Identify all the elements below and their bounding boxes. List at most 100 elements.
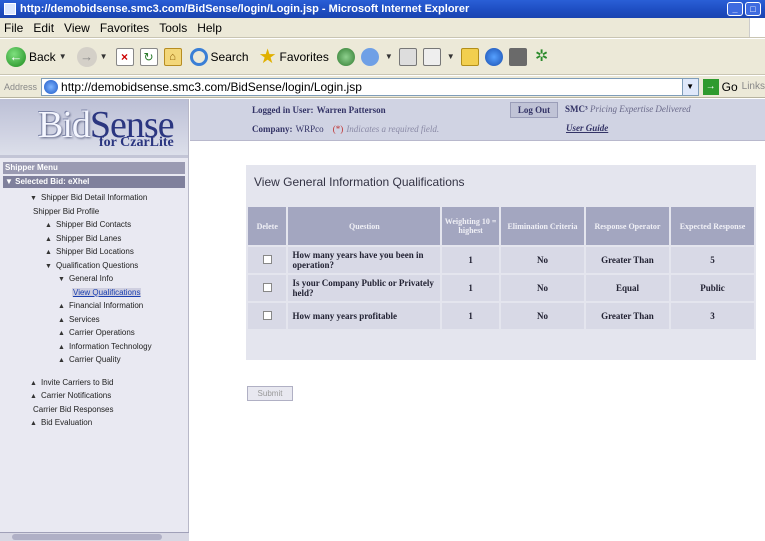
sidebar-item-invite-carriers[interactable]: ▲ Invite Carriers to Bid	[0, 376, 188, 390]
sidebar-item-label: Carrier Quality	[69, 355, 121, 364]
weighting-cell: 1	[442, 303, 499, 329]
menu-help[interactable]: Help	[197, 21, 222, 35]
chevron-down-icon[interactable]: ▼	[385, 52, 393, 61]
sidebar-item-shipper-bid-detail[interactable]: ▼ Shipper Bid Detail Information	[0, 191, 188, 205]
menu-file[interactable]: File	[4, 21, 23, 35]
go-arrow-icon: →	[702, 78, 719, 95]
delete-checkbox[interactable]	[262, 310, 272, 320]
stop-icon[interactable]: ×	[115, 47, 134, 66]
sidebar-item-shipper-bid-locations[interactable]: ▲ Shipper Bid Locations	[0, 245, 188, 259]
media-icon[interactable]	[336, 47, 355, 66]
operator-cell: Greater Than	[585, 247, 669, 273]
sidebar-item-general-info[interactable]: ▼ General Info	[0, 272, 188, 286]
sidebar-item-shipper-bid-profile[interactable]: Shipper Bid Profile	[0, 205, 188, 219]
logo-word-bid: Bid	[38, 104, 91, 146]
sidebar-item-label: Services	[69, 314, 100, 324]
column-header-elimination: Elimination Criteria	[500, 207, 584, 245]
chevron-up-icon: ▲	[58, 330, 65, 337]
sidebar-item-label: Information Technology	[69, 341, 152, 351]
sidebar-scrollbar[interactable]	[0, 532, 189, 541]
column-header-operator: Response Operator	[585, 207, 669, 245]
main-area: View General Information Qualifications …	[190, 142, 765, 541]
sidebar-item-services[interactable]: ▲ Services	[0, 313, 188, 327]
msn-icon[interactable]	[484, 47, 503, 66]
menu-view[interactable]: View	[64, 21, 90, 35]
windows-logo-icon	[749, 18, 765, 37]
minimize-icon[interactable]: _	[727, 2, 743, 16]
delete-checkbox[interactable]	[262, 282, 272, 292]
sidebar-item-financial-information[interactable]: ▲ Financial Information	[0, 299, 188, 313]
research-icon[interactable]	[508, 47, 527, 66]
favorites-button[interactable]: ★ Favorites	[257, 43, 331, 71]
user-guide-link[interactable]: User Guide	[566, 123, 608, 133]
folder-icon[interactable]	[460, 47, 479, 66]
delete-cell	[248, 275, 287, 301]
back-button[interactable]: ← Back ▼	[4, 43, 69, 71]
sidebar-item-label: View Qualifications	[72, 287, 142, 297]
submit-button[interactable]: Submit	[247, 386, 293, 401]
table-row: How many years have you been in operatio…	[248, 247, 754, 273]
elimination-cell: No	[500, 303, 584, 329]
sidebar-item-shipper-bid-contacts[interactable]: ▲ Shipper Bid Contacts	[0, 218, 188, 232]
sidebar-item-qualification-questions[interactable]: ▼ Qualification Questions	[0, 259, 188, 273]
sidebar-item-view-qualifications[interactable]: View Qualifications	[0, 286, 188, 300]
search-icon	[189, 47, 208, 66]
go-button[interactable]: → Go	[702, 78, 738, 95]
delete-checkbox[interactable]	[262, 254, 272, 264]
chevron-up-icon: ▲	[30, 379, 37, 387]
address-input[interactable]: http://demobidsense.smc3.com/BidSense/lo…	[41, 77, 699, 96]
sidebar-item-carrier-notifications[interactable]: ▲ Carrier Notifications	[0, 389, 188, 403]
refresh-icon[interactable]: ↻	[139, 47, 158, 66]
search-button[interactable]: Search	[188, 43, 251, 71]
messenger-icon[interactable]: ✲	[533, 48, 551, 66]
sidebar-item-shipper-bid-lanes[interactable]: ▲ Shipper Bid Lanes	[0, 232, 188, 246]
history-icon[interactable]	[360, 47, 379, 66]
chevron-up-icon: ▲	[30, 393, 37, 400]
expected-cell: Public	[670, 275, 754, 301]
sidebar: BidSense for CzarLite Shipper Menu ▼ Sel…	[0, 99, 189, 541]
back-label: Back	[29, 49, 56, 64]
sidebar-item-label: Carrier Operations	[69, 328, 135, 337]
links-label[interactable]: Links	[742, 81, 765, 92]
address-label: Address	[4, 81, 38, 92]
table-row: How many years profitable 1 No Greater T…	[248, 303, 754, 329]
maximize-icon[interactable]: □	[745, 2, 761, 16]
sidebar-item-carrier-operations[interactable]: ▲ Carrier Operations	[0, 326, 188, 340]
chevron-down-icon: ▼	[45, 262, 52, 270]
chevron-down-icon[interactable]: ▼	[447, 52, 455, 61]
chevron-up-icon: ▲	[45, 249, 52, 256]
sidebar-item-bid-evaluation[interactable]: ▲ Bid Evaluation	[0, 416, 188, 430]
logout-button[interactable]: Log Out	[510, 102, 558, 118]
menu-tools[interactable]: Tools	[159, 21, 187, 35]
sidebar-item-label: General Info	[69, 274, 114, 283]
sidebar-item-label: Carrier Notifications	[41, 391, 112, 400]
chevron-down-icon[interactable]: ▼	[59, 52, 67, 61]
scrollbar-thumb[interactable]	[12, 534, 162, 540]
chevron-up-icon: ▲	[58, 357, 65, 364]
selected-bid[interactable]: ▼ Selected Bid: eXhel	[3, 176, 185, 188]
chevron-down-icon[interactable]: ▼	[681, 78, 698, 95]
window-controls: _ □	[727, 2, 761, 16]
logged-in-label: Logged in User:	[252, 105, 314, 115]
search-label: Search	[210, 49, 249, 64]
smc-tagline: Pricing Expertise Delivered	[589, 104, 691, 114]
chevron-down-icon[interactable]: ▼	[100, 52, 108, 61]
sidebar-item-label: Bid Evaluation	[41, 418, 93, 427]
sidebar-item-information-technology[interactable]: ▲ Information Technology	[0, 340, 188, 354]
menu-bar: File Edit View Favorites Tools Help	[0, 18, 765, 38]
sidebar-item-label: Financial Information	[69, 301, 144, 310]
menu-favorites[interactable]: Favorites	[100, 21, 149, 35]
edit-icon[interactable]	[422, 47, 441, 66]
print-icon[interactable]	[398, 47, 417, 66]
delete-cell	[248, 303, 287, 329]
column-header-question: Question	[288, 207, 441, 245]
menu-edit[interactable]: Edit	[33, 21, 54, 35]
sidebar-item-carrier-quality[interactable]: ▲ Carrier Quality	[0, 353, 188, 367]
home-icon[interactable]: ⌂	[163, 47, 182, 66]
forward-button[interactable]: → ▼	[75, 43, 110, 71]
chevron-up-icon: ▲	[58, 343, 65, 351]
sidebar-item-carrier-bid-responses[interactable]: Carrier Bid Responses	[0, 403, 188, 417]
address-url: http://demobidsense.smc3.com/BidSense/lo…	[61, 79, 362, 94]
sidebar-item-label: Shipper Bid Locations	[56, 247, 134, 256]
table-header-row: Delete Question Weighting 10 = highest E…	[248, 207, 754, 245]
